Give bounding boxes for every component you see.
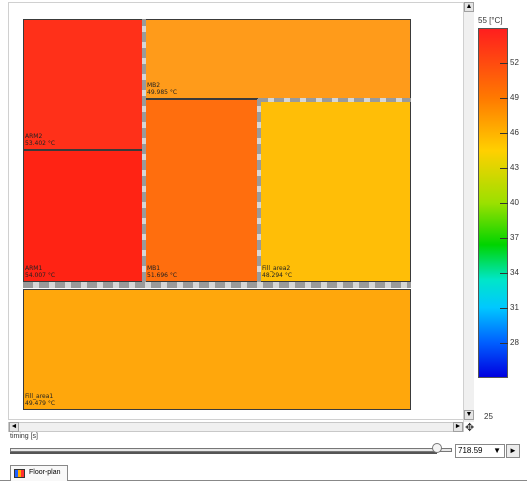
- floor-plan-icon: [14, 469, 25, 478]
- scroll-up-button[interactable]: ▲: [464, 2, 474, 12]
- block-mb2[interactable]: MB2 49.985 °C: [145, 19, 411, 99]
- scroll-left-icon: ◄: [10, 423, 18, 430]
- legend-tick-mark: [500, 273, 508, 274]
- scroll-down-icon: ▼: [465, 411, 473, 418]
- block-arm1[interactable]: ARM1 54.007 °C: [23, 150, 143, 282]
- tab-floor-plan[interactable]: Floor-plan: [10, 465, 68, 481]
- tab-floor-plan-label: Floor-plan: [29, 469, 61, 476]
- block-mb1[interactable]: MB1 51.696 °C: [145, 99, 258, 282]
- block-arm2-name: ARM2: [25, 133, 43, 140]
- timing-value: 718.59: [458, 446, 483, 455]
- block-mb2-name: MB2: [147, 82, 161, 89]
- block-fill-area2-temp: 48.294 °C: [262, 272, 293, 279]
- timing-value-select[interactable]: 718.59 ▼: [455, 444, 505, 458]
- block-fill-area1[interactable]: Fill_area1 49.479 °C: [23, 289, 411, 410]
- block-mb1-label: MB1 51.696 °C: [147, 265, 177, 279]
- block-arm2-label: ARM2 53.402 °C: [25, 133, 55, 147]
- legend-tick-label: 40: [510, 198, 519, 207]
- scroll-left-button[interactable]: ◄: [9, 422, 19, 432]
- move-icon[interactable]: ✥: [465, 421, 474, 434]
- block-arm1-name: ARM1: [25, 265, 43, 272]
- legend-tick-mark: [500, 98, 508, 99]
- block-mb2-label: MB2 49.985 °C: [147, 82, 177, 96]
- block-fill-area2-label: Fill_area2 48.294 °C: [262, 265, 292, 279]
- legend-tick-label: 37: [510, 233, 519, 242]
- block-mb2-temp: 49.985 °C: [147, 89, 178, 96]
- timing-slider-thumb[interactable]: [432, 443, 442, 453]
- scroll-up-icon: ▲: [465, 3, 473, 10]
- legend-tick-label: 46: [510, 128, 519, 137]
- block-fill-area1-name: Fill_area1: [25, 393, 54, 400]
- legend-tick-mark: [500, 308, 508, 309]
- vertical-scrollbar[interactable]: ▲ ▼: [463, 2, 474, 422]
- block-fill-area1-label: Fill_area1 49.479 °C: [25, 393, 55, 407]
- legend-tick-mark: [500, 203, 508, 204]
- scroll-down-button[interactable]: ▼: [464, 410, 474, 420]
- horizontal-scrollbar[interactable]: ◄ ►: [8, 422, 464, 432]
- block-arm1-label: ARM1 54.007 °C: [25, 265, 55, 279]
- legend-tick-label: 49: [510, 93, 519, 102]
- chevron-down-icon[interactable]: ▼: [493, 445, 501, 457]
- legend-min-label: 25: [484, 412, 493, 421]
- tab-divider: [0, 480, 527, 481]
- legend-unit-label: 55 [°C]: [478, 16, 503, 25]
- vertical-channel-left: [142, 19, 146, 282]
- timing-label: timing [s]: [10, 433, 39, 440]
- legend-tick-label: 28: [510, 338, 519, 347]
- legend-tick-mark: [500, 168, 508, 169]
- block-fill-area1-temp: 49.479 °C: [25, 400, 56, 407]
- mb2-channel: [258, 98, 411, 102]
- play-next-icon: ►: [509, 446, 517, 455]
- scroll-right-button[interactable]: ►: [453, 422, 463, 432]
- legend-tick-label: 52: [510, 58, 519, 67]
- floorplan-canvas[interactable]: ARM2 53.402 °C ARM1 54.007 °C MB2 49.985…: [8, 2, 464, 420]
- vertical-channel-right: [257, 99, 261, 282]
- legend-tick-label: 43: [510, 163, 519, 172]
- legend-tick-mark: [500, 238, 508, 239]
- block-fill-area2[interactable]: Fill_area2 48.294 °C: [260, 101, 411, 282]
- legend-tick-mark: [500, 343, 508, 344]
- block-mb1-name: MB1: [147, 265, 161, 272]
- legend-tick-label: 31: [510, 303, 519, 312]
- legend-tick-mark: [500, 63, 508, 64]
- timing-slider-fill: [10, 452, 437, 454]
- timing-next-button[interactable]: ►: [506, 444, 520, 458]
- block-arm2-temp: 53.402 °C: [25, 140, 56, 147]
- horizontal-channel: [23, 282, 411, 288]
- block-arm1-temp: 54.007 °C: [25, 272, 56, 279]
- legend-tick-mark: [500, 133, 508, 134]
- block-mb1-temp: 51.696 °C: [147, 272, 178, 279]
- legend-tick-label: 34: [510, 268, 519, 277]
- block-arm2[interactable]: ARM2 53.402 °C: [23, 19, 143, 150]
- scroll-right-icon: ►: [454, 423, 462, 430]
- color-scale: 55 [°C] 52 49 46 43 40 37 34 31 28 25: [474, 2, 527, 421]
- block-fill-area2-name: Fill_area2: [262, 265, 291, 272]
